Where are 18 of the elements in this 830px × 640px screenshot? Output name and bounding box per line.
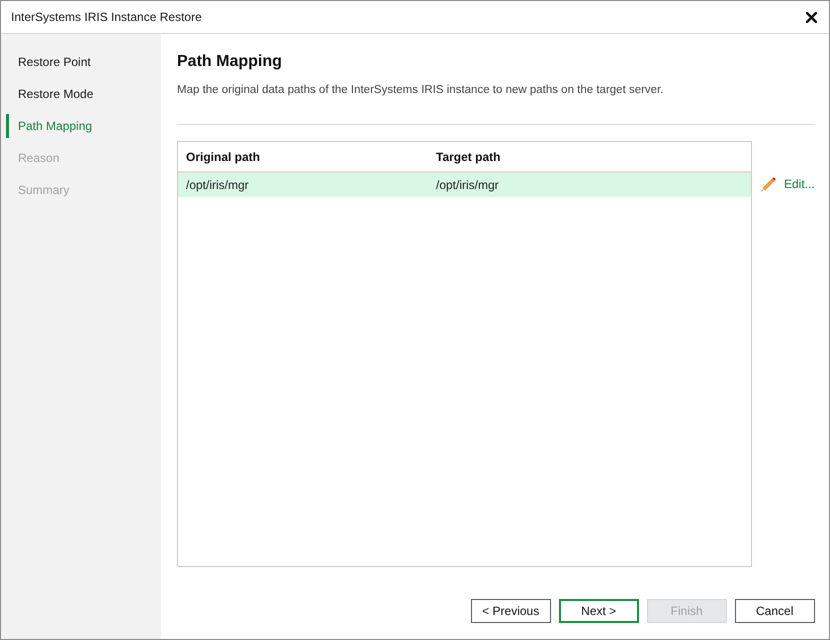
close-icon [806, 12, 816, 22]
column-header[interactable]: Original path [178, 148, 428, 166]
page-description: Map the original data paths of the InterSystems IRIS instance to new paths on the target server. [177, 83, 664, 98]
sidebar-step[interactable]: Path Mapping [6, 114, 161, 138]
column-header[interactable]: Target path [428, 148, 751, 166]
table-cell-text: /opt/iris/mgr [185, 177, 250, 194]
sidebar-step[interactable]: Restore Point [6, 50, 161, 74]
sidebar-step[interactable]: Restore Mode [6, 82, 161, 106]
pencil-icon [760, 176, 777, 192]
table-cell-text: /opt/iris/mgr [435, 177, 500, 194]
table-row[interactable]: /opt/iris/mgr /opt/iris/mgr [178, 173, 751, 197]
wizard-button[interactable]: Next > [558, 599, 639, 623]
edit-link[interactable]: Edit... [760, 175, 815, 193]
close-button[interactable] [803, 9, 819, 25]
wizard-button[interactable]: < Previous [470, 599, 551, 623]
wizard-button[interactable]: Cancel [734, 599, 815, 623]
page-title: Path Mapping [177, 52, 283, 72]
window-title: InterSystems IRIS Instance Restore [11, 9, 202, 26]
